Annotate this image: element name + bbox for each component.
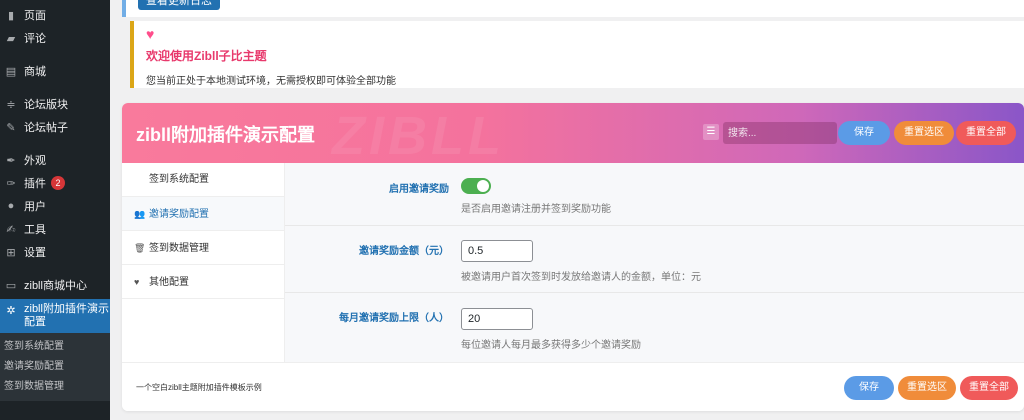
sidebar-item-zibll-addon-config[interactable]: ✲ zibll附加插件演示 配置 [0,299,110,333]
sidebar-item-label: 论坛版块 [24,99,68,111]
monthly-limit-input[interactable] [461,308,533,330]
field-description: 被邀请用户首次签到时发放给邀请人的金额，单位：元 [461,272,701,283]
sidebar-item-label: 论坛帖子 [24,122,68,134]
shop-center-icon: ▭ [5,279,17,292]
sidebar-item-label: 评论 [24,33,46,45]
tab-invite-reward[interactable]: 👥 邀请奖励配置 [122,197,284,231]
appearance-icon: ✒ [6,154,16,167]
sidebar-item-comments[interactable]: ▰ 评论 [0,27,110,49]
sidebar-item-settings[interactable]: ⊞ 设置 [0,241,110,263]
submenu: 签到系统配置 邀请奖励配置 签到数据管理 [0,333,110,401]
comments-icon: ▰ [6,32,16,45]
active-label-line2: 配置 [24,316,46,328]
plugins-icon: ✑ [6,177,16,190]
field-row-monthly-limit: 每月邀请奖励上限（人） 每位邀请人每月最多获得多少个邀请奖励 [285,293,1024,362]
panel-title: zibll附加插件演示配置 [136,125,315,145]
settings-panel: ZIBLL zibll附加插件演示配置 ☰ 保存 重置选区 重置全部 签到系统配… [122,103,1024,411]
pages-icon: ▮ [7,9,15,22]
footer-reset-section-button[interactable]: 重置选区 [898,376,956,400]
sidebar-item-store[interactable]: ▤ 商城 [0,60,110,82]
sidebar-item-forum-board[interactable]: ≑ 论坛版块 [0,93,110,115]
sidebar-item-label: 工具 [24,224,46,236]
reset-all-button[interactable]: 重置全部 [956,121,1016,145]
heart-icon: ♥ [146,26,155,42]
field-label: 启用邀请奖励 [389,184,449,195]
save-button[interactable]: 保存 [838,121,890,145]
welcome-notice: ♥ 欢迎使用Zibll子比主题 您当前正处于本地测试环境，无需授权即可体验全部功… [130,21,1024,88]
sidebar-item-label: 外观 [24,155,46,167]
invite-amount-input[interactable] [461,240,533,262]
footer-text: 一个空白zibll主题附加插件模板示例 [136,383,262,392]
field-description: 每位邀请人每月最多获得多少个邀请奖励 [461,340,641,351]
admin-sidebar: ▮ 页面 ▰ 评论 ▤ 商城 ≑ 论坛版块 ✎ 论坛帖子 ✒ 外观 ✑ 插件 2 ● 用户 ✍ 工具 ⊞ 设置 ▭ zibl… [0,0,110,420]
field-label: 每月邀请奖励上限（人） [339,313,449,324]
users-icon: ● [7,200,15,212]
submenu-item-invite-reward[interactable]: 邀请奖励配置 [0,357,110,377]
sidebar-item-plugins[interactable]: ✑ 插件 2 [0,172,110,194]
enable-invite-toggle[interactable] [461,178,491,194]
settings-icon: ⊞ [6,246,16,259]
view-changelog-button[interactable]: 查看更新日志 [138,0,220,10]
forum-board-icon: ≑ [6,98,16,111]
tab-label: 签到数据管理 [149,243,209,254]
footer-save-button[interactable]: 保存 [844,376,894,400]
active-label-line1: zibll附加插件演示 [24,303,109,315]
heart-icon: ♥ [134,277,140,287]
sidebar-item-appearance[interactable]: ✒ 外观 [0,149,110,171]
sidebar-item-users[interactable]: ● 用户 [0,195,110,217]
header-watermark: ZIBLL [332,106,505,163]
sidebar-item-label: 商城 [24,66,46,78]
search-toggle-icon[interactable]: ☰ [703,124,719,140]
submenu-item-signin-data[interactable]: 签到数据管理 [0,377,110,397]
tab-label: 邀请奖励配置 [149,209,209,220]
sidebar-item-label: zibll附加插件演示 配置 [24,303,109,329]
welcome-description: 您当前正处于本地测试环境，无需授权即可体验全部功能 [146,76,396,87]
sidebar-item-shop-center[interactable]: ▭ zibll商城中心 [0,274,110,296]
footer-reset-all-button[interactable]: 重置全部 [960,376,1018,400]
submenu-item-signin-config[interactable]: 签到系统配置 [0,337,110,357]
panel-nav: 签到系统配置 👥 邀请奖励配置 🗑 签到数据管理 ♥ 其他配置 [122,163,285,362]
store-icon: ▤ [5,65,17,78]
welcome-title: 欢迎使用Zibll子比主题 [146,49,267,63]
sidebar-item-pages[interactable]: ▮ 页面 [0,4,110,26]
reset-section-button[interactable]: 重置选区 [894,121,954,145]
field-label: 邀请奖励金额（元） [359,246,449,257]
update-notice: 查看更新日志 [122,0,1024,17]
tab-signin-system[interactable]: 签到系统配置 [122,163,284,197]
sidebar-item-label: 设置 [24,247,46,259]
users-plus-icon: 👥 [134,209,146,219]
tab-label: 签到系统配置 [149,174,209,185]
tools-icon: ✍ [6,223,16,236]
gear-icon: ✲ [6,304,16,317]
field-description: 是否启用邀请注册并签到奖励功能 [461,204,611,215]
sidebar-item-tools[interactable]: ✍ 工具 [0,218,110,240]
update-count-badge: 2 [51,176,65,190]
search-input[interactable] [723,122,837,144]
panel-footer: 一个空白zibll主题附加插件模板示例 保存 重置选区 重置全部 [122,362,1024,411]
panel-content: 启用邀请奖励 是否启用邀请注册并签到奖励功能 邀请奖励金额（元） 被邀请用户首次… [285,163,1024,362]
field-row-invite-amount: 邀请奖励金额（元） 被邀请用户首次签到时发放给邀请人的金额，单位：元 [285,226,1024,293]
sidebar-item-label: 页面 [24,10,46,22]
tab-other[interactable]: ♥ 其他配置 [122,265,284,299]
sidebar-item-forum-posts[interactable]: ✎ 论坛帖子 [0,116,110,138]
forum-posts-icon: ✎ [6,121,16,134]
sidebar-item-label: 用户 [24,201,46,213]
tab-label: 其他配置 [149,277,189,288]
trash-icon: 🗑 [134,243,146,253]
tab-signin-data[interactable]: 🗑 签到数据管理 [122,231,284,265]
toggle-knob [477,180,489,192]
field-row-enable-invite: 启用邀请奖励 是否启用邀请注册并签到奖励功能 [285,163,1024,226]
sidebar-item-label: zibll商城中心 [24,280,87,292]
panel-header: ZIBLL zibll附加插件演示配置 ☰ 保存 重置选区 重置全部 [122,103,1024,163]
sidebar-item-label: 插件 [24,178,46,190]
